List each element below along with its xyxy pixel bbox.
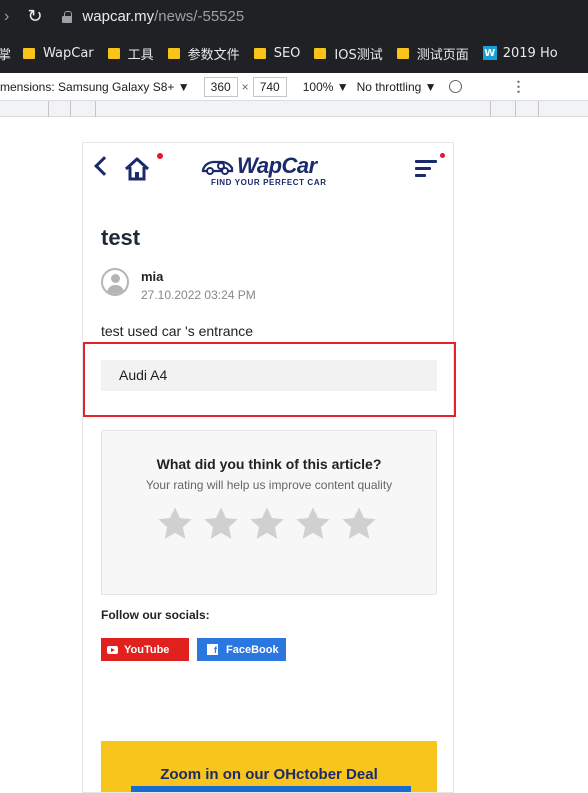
- ruler-mark: [538, 101, 539, 117]
- more-options-icon[interactable]: ⋮: [512, 78, 526, 95]
- bookmark-label: 2019 Ho: [502, 45, 558, 61]
- promo-strip: [131, 786, 411, 792]
- youtube-button[interactable]: YouTube: [101, 638, 189, 661]
- ruler-mark: [48, 101, 49, 117]
- folder-icon: [314, 47, 327, 59]
- zoom-select[interactable]: 100% ▼: [303, 80, 349, 94]
- rotate-icon[interactable]: [446, 77, 464, 96]
- w-logo-icon: W: [482, 46, 497, 60]
- menu-icon[interactable]: [415, 160, 437, 180]
- star-icon[interactable]: [248, 505, 286, 543]
- facebook-label: FaceBook: [226, 643, 279, 656]
- promo-text: Zoom in on our OHctober Deal: [160, 766, 378, 783]
- notification-dot: [440, 153, 445, 158]
- star-icon[interactable]: [156, 505, 194, 543]
- width-input[interactable]: 360: [203, 76, 238, 97]
- bookmark-label: WapCar: [43, 45, 94, 61]
- bookmark-test-page[interactable]: 测试页面: [396, 44, 469, 63]
- url-domain: wapcar.my: [82, 8, 155, 25]
- device-toolbar: mensions: Samsung Galaxy S8+ ▼ 360 × 740…: [0, 73, 588, 101]
- rating-title: What did you think of this article?: [156, 456, 382, 472]
- bookmark-params[interactable]: 参数文件: [167, 44, 240, 63]
- article-body: test used car 's entrance: [101, 323, 254, 339]
- ruler-mark: [490, 101, 491, 117]
- lock-icon: [62, 10, 73, 23]
- mobile-viewport: WapCar FIND YOUR PERFECT CAR test mia 27…: [82, 142, 454, 793]
- article-title: test: [101, 225, 141, 250]
- bookmark-tools[interactable]: 工具: [107, 44, 154, 63]
- youtube-label: YouTube: [124, 643, 170, 656]
- notification-dot: [157, 153, 163, 159]
- throttle-select[interactable]: No throttling ▼: [357, 80, 437, 94]
- bookmark-label: IOS测试: [334, 47, 383, 63]
- bookmarks-bar: 掌 WapCar 工具 参数文件 SEO IOS测试 测试页面 W 2019 Ho: [0, 33, 588, 73]
- logo-text: WapCar: [237, 153, 317, 178]
- bookmark-seo[interactable]: SEO: [253, 45, 301, 61]
- folder-icon: [253, 47, 266, 59]
- promo-banner[interactable]: Zoom in on our OHctober Deal: [101, 741, 437, 792]
- folder-icon: [396, 47, 409, 59]
- url-field[interactable]: wapcar.my/news/-55525: [82, 8, 244, 25]
- back-arrow-icon[interactable]: [94, 156, 114, 176]
- bookmark-partial[interactable]: 掌: [0, 44, 11, 63]
- browser-address-bar: › ↻ wapcar.my/news/-55525: [0, 0, 588, 33]
- times-symbol: ×: [241, 79, 249, 94]
- star-icon[interactable]: [294, 505, 332, 543]
- star-rating: [156, 505, 386, 543]
- height-input[interactable]: 740: [252, 76, 287, 97]
- bookmark-ios-test[interactable]: IOS测试: [314, 44, 383, 63]
- avatar: [101, 268, 129, 296]
- bookmark-label: 测试页面: [416, 47, 469, 63]
- wapcar-logo[interactable]: WapCar FIND YOUR PERFECT CAR: [201, 153, 341, 193]
- media-query-ruler: [0, 101, 588, 117]
- browser-back-icon[interactable]: ›: [4, 8, 9, 26]
- site-header: WapCar FIND YOUR PERFECT CAR: [83, 143, 453, 201]
- reload-icon[interactable]: ↻: [27, 6, 42, 27]
- star-icon[interactable]: [202, 505, 240, 543]
- folder-icon: [23, 47, 36, 59]
- bookmark-label: 参数文件: [187, 47, 240, 63]
- author-name[interactable]: mia: [141, 269, 163, 284]
- device-select[interactable]: mensions: Samsung Galaxy S8+ ▼: [0, 80, 190, 94]
- follow-socials-label: Follow our socials:: [101, 608, 210, 622]
- facebook-button[interactable]: f FaceBook: [197, 638, 286, 661]
- highlight-box: [83, 342, 456, 417]
- url-path: /news/-55525: [154, 8, 245, 25]
- publish-date: 27.10.2022 03:24 PM: [141, 288, 256, 302]
- home-icon[interactable]: [123, 155, 151, 183]
- youtube-icon: [107, 645, 118, 654]
- facebook-icon: f: [207, 644, 218, 655]
- logo-tagline: FIND YOUR PERFECT CAR: [211, 178, 327, 187]
- rating-card: What did you think of this article? Your…: [101, 430, 437, 595]
- bookmark-label: 工具: [127, 47, 154, 63]
- ruler-mark: [515, 101, 516, 117]
- ruler-mark: [70, 101, 71, 117]
- star-icon[interactable]: [340, 505, 378, 543]
- ruler-mark: [95, 101, 96, 117]
- car-logo-icon: [201, 160, 234, 175]
- folder-icon: [107, 47, 120, 59]
- bookmark-2019[interactable]: W 2019 Ho: [482, 45, 558, 61]
- bookmark-label: SEO: [273, 45, 301, 61]
- folder-icon: [167, 47, 180, 59]
- rating-subtitle: Your rating will help us improve content…: [145, 478, 393, 492]
- bookmark-wapcar[interactable]: WapCar: [23, 46, 94, 61]
